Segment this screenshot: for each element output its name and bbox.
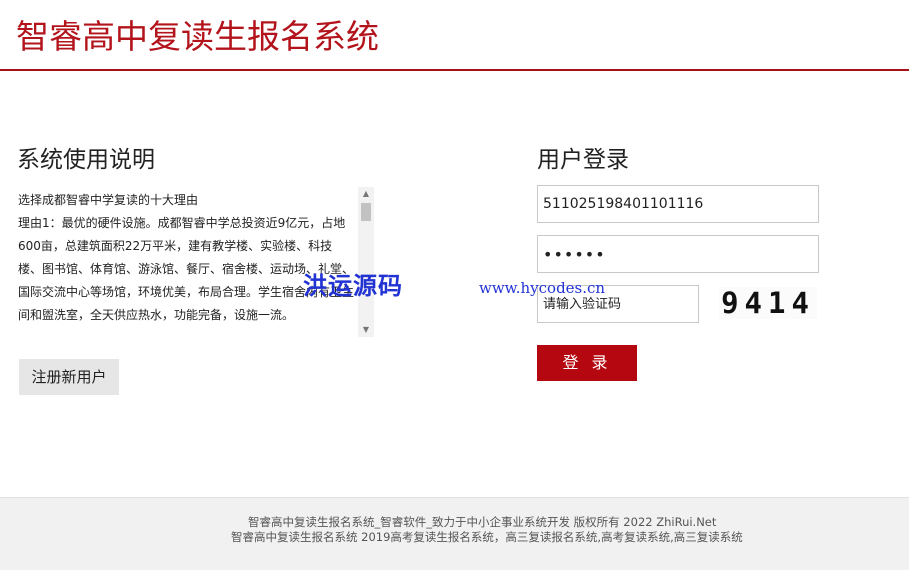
- scroll-up-arrow-icon[interactable]: ▲: [358, 187, 374, 201]
- captcha-image[interactable]: 9414: [719, 287, 817, 319]
- login-title: 用户登录: [537, 147, 629, 173]
- instructions-title: 系统使用说明: [17, 147, 155, 173]
- scroll-down-arrow-icon[interactable]: ▼: [358, 323, 374, 337]
- site-title: 智睿高中复读生报名系统: [16, 17, 379, 56]
- scroll-thumb[interactable]: [361, 203, 371, 221]
- instructions-text: 选择成都智睿中学复读的十大理由 理由1：最优的硬件设施。成都智睿中学总投资近9亿…: [18, 189, 356, 327]
- footer-keywords: 智睿高中复读生报名系统 2019高考复读生报名系统，高三复读报名系统,高考复读系…: [231, 530, 743, 544]
- password-field[interactable]: [537, 235, 819, 273]
- watermark-text: 洪运源码: [303, 272, 403, 300]
- instructions-scrollbar[interactable]: ▲ ▼: [358, 187, 374, 337]
- footer: 智睿高中复读生报名系统_智睿软件_致力于中小企事业系统开发 版权所有 2022 …: [0, 497, 909, 570]
- watermark-url: www.hycodes.cn: [479, 279, 606, 297]
- register-button[interactable]: 注册新用户: [19, 359, 119, 395]
- instructions-box[interactable]: 选择成都智睿中学复读的十大理由 理由1：最优的硬件设施。成都智睿中学总投资近9亿…: [17, 187, 374, 337]
- footer-copyright: 智睿高中复读生报名系统_智睿软件_致力于中小企事业系统开发 版权所有 2022 …: [248, 515, 717, 529]
- login-button[interactable]: 登 录: [537, 345, 637, 381]
- instructions-line: 选择成都智睿中学复读的十大理由: [18, 193, 199, 207]
- header: 智睿高中复读生报名系统: [0, 0, 909, 71]
- username-field[interactable]: [537, 185, 819, 223]
